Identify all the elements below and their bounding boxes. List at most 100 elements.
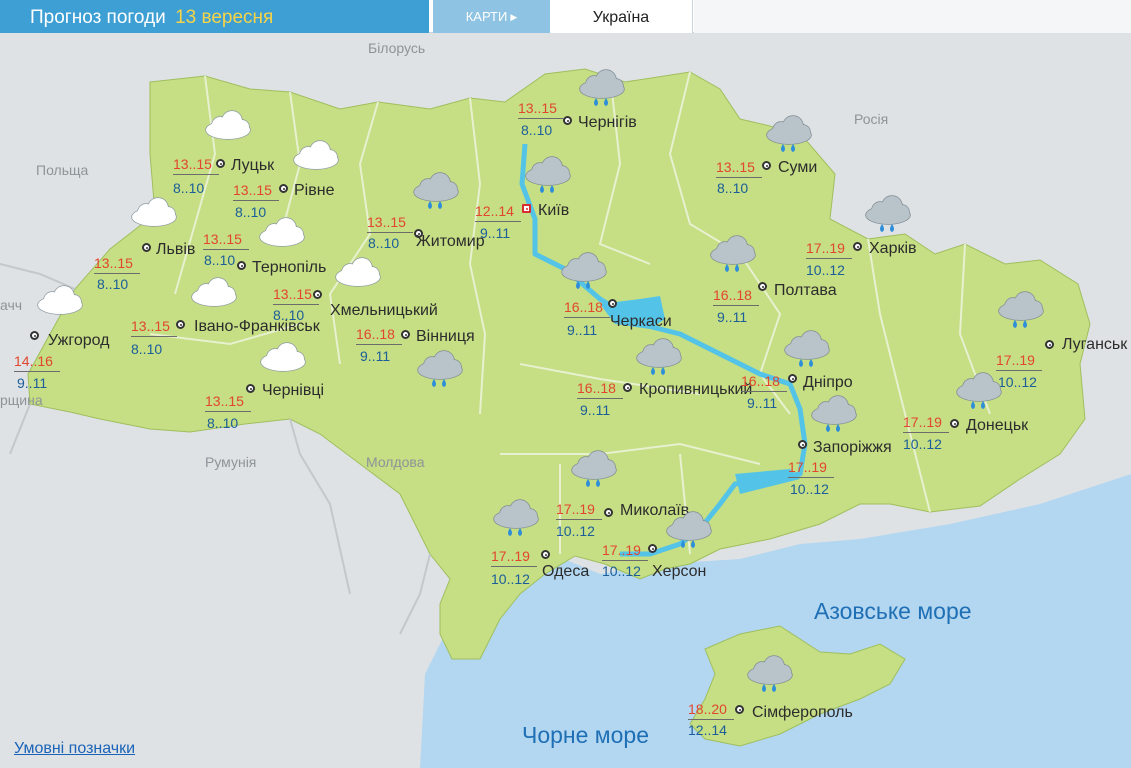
day-temp-odesa: 17..19 [491,548,530,564]
capital-marker-icon [522,204,531,213]
rain-drop [880,224,884,232]
city-name-vinnytsia[interactable]: Вінниця [416,328,475,346]
rain-drop [809,359,813,367]
rain-drop [725,264,729,272]
cloud-icon [257,340,309,386]
legend-link[interactable]: Умовні позначки [14,740,135,758]
night-temp-vinnytsia: 9..11 [360,348,391,364]
country-label-poland: Польща [36,162,89,178]
rain-drop [438,201,442,209]
city-name-dnipro[interactable]: Дніпро [803,374,853,392]
day-temp-vinnytsia: 16..18 [356,326,395,342]
city-marker-icon [604,508,613,517]
temp-divider [94,273,140,274]
rain-drop [691,540,695,548]
cloud-icon [128,195,180,241]
city-name-kharkiv[interactable]: Харків [869,240,917,258]
city-name-zaporizhzhia[interactable]: Запоріжжя [813,439,892,457]
rain-cloud-icon [414,348,466,394]
day-temp-sumy: 13..15 [716,159,755,175]
night-temp-sumy: 8..10 [717,180,749,196]
city-name-zhytomyr[interactable]: Житомир [416,233,485,251]
night-temp-kharkiv: 10..12 [806,262,845,278]
night-temp-poltava: 9..11 [717,309,748,325]
region-tab-ukraine[interactable]: Україна [550,0,693,33]
night-temp-chernihiv: 8..10 [521,122,553,138]
day-temp-cherkasy: 16..18 [564,299,603,315]
temp-divider [356,344,402,345]
night-temp-ivano-frankivsk: 8..10 [131,341,163,357]
city-name-chernihiv[interactable]: Чернігів [578,114,637,132]
rain-drop [594,98,598,106]
city-marker-icon [279,184,288,193]
city-name-ternopil[interactable]: Тернопіль [252,259,326,277]
forecast-title: Прогноз погоди 13 вересня [0,0,429,33]
day-temp-khmelnytskyi: 13..15 [273,286,312,302]
country-label-hungary: рщина [0,392,43,408]
temp-divider [716,177,762,178]
maps-button[interactable]: КАРТИ ▶ [433,0,550,33]
city-marker-icon [762,161,771,170]
city-name-sumy[interactable]: Суми [778,159,817,177]
day-temp-dnipro: 16..18 [741,373,780,389]
rain-cloud-icon [522,154,574,200]
city-marker-icon [142,243,151,252]
city-name-kherson[interactable]: Херсон [652,563,706,581]
rain-cloud-icon [707,233,759,279]
temp-divider [577,398,623,399]
night-temp-donetsk: 10..12 [903,436,942,452]
maps-button-label: КАРТИ [465,9,508,24]
rain-drop [651,367,655,375]
rain-drop [781,144,785,152]
city-name-chernivtsi[interactable]: Чернівці [262,382,324,400]
city-name-khmelnytskyi[interactable]: Хмельницький [330,302,438,320]
temp-divider [518,118,564,119]
temp-divider [713,305,759,306]
city-name-donetsk[interactable]: Донецьк [966,417,1028,435]
rain-cloud-icon [633,336,685,382]
city-name-poltava[interactable]: Полтава [774,282,837,300]
city-name-lutsk[interactable]: Луцьк [231,157,274,175]
city-marker-icon [623,383,632,392]
rain-cloud-icon [558,250,610,296]
city-name-cherkasy[interactable]: Черкаси [610,313,672,331]
city-marker-icon [401,330,410,339]
city-name-odesa[interactable]: Одеса [542,563,589,581]
day-temp-ivano-frankivsk: 13..15 [131,318,170,334]
rain-drop [826,424,830,432]
city-name-lviv[interactable]: Львів [156,241,195,259]
city-marker-icon [237,261,246,270]
day-temp-lutsk: 13..15 [173,156,212,172]
country-label-moldova: Молдова [366,454,425,470]
city-name-kropyvnytskyi[interactable]: Кропивницький [639,381,752,399]
city-name-uzhhorod[interactable]: Ужгород [48,332,110,350]
rain-cloud-icon [953,370,1005,416]
city-marker-icon [798,440,807,449]
city-marker-icon [216,159,225,168]
city-marker-icon [541,550,550,559]
country-label-romania: Румунія [205,454,257,470]
night-temp-uzhhorod: 9..11 [17,375,48,391]
day-temp-rivne: 13..15 [233,182,272,198]
city-name-rivne[interactable]: Рівне [294,182,334,200]
rain-drop [540,185,544,193]
temp-divider [273,304,319,305]
temp-divider [903,432,949,433]
city-name-simferopol[interactable]: Сімферополь [752,704,853,722]
sea-label-black: Чорне море [522,722,649,748]
rain-drop [762,684,766,692]
night-temp-ternopil: 8..10 [204,252,236,268]
temp-divider [367,232,413,233]
cloud-icon [202,108,254,154]
city-name-kyiv[interactable]: Київ [538,202,569,220]
city-name-luhansk[interactable]: Луганськ [1062,336,1127,354]
day-temp-zaporizhzhia: 17..19 [788,459,827,475]
night-temp-kherson: 10..12 [602,563,641,579]
temp-divider [564,317,610,318]
rain-drop [432,379,436,387]
day-temp-poltava: 16..18 [713,287,752,303]
temp-divider [205,411,251,412]
night-temp-kyiv: 9..11 [480,225,511,241]
rain-drop [661,367,665,375]
temp-divider [233,200,279,201]
